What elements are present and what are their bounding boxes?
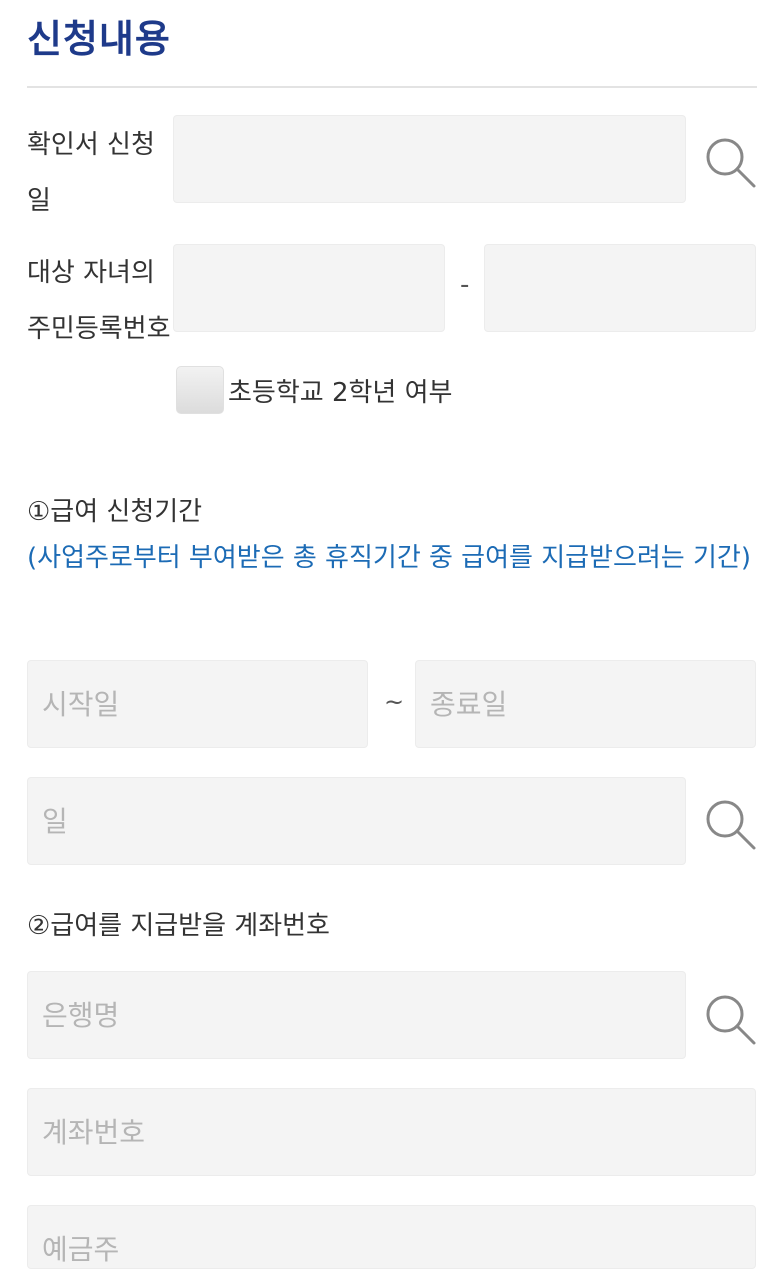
rrn-front-input[interactable] [173, 244, 445, 332]
confirm-date-input[interactable] [173, 115, 686, 203]
search-icon[interactable] [703, 135, 757, 189]
end-date-input[interactable] [415, 660, 756, 748]
confirm-date-label: 확인서 신청일 [27, 130, 155, 216]
search-icon[interactable] [703, 797, 757, 851]
child-rrn-label: 대상 자녀의 주민등록번호 [27, 258, 171, 344]
period-separator: ~ [384, 688, 405, 716]
account-label: ②급여를 지급받을 계좌번호 [27, 911, 330, 941]
title-divider [27, 86, 757, 88]
account-holder-input[interactable] [27, 1205, 756, 1269]
second-grade-label: 초등학교 2학년 여부 [228, 378, 453, 408]
search-icon[interactable] [703, 992, 757, 1046]
section-title: 신청내용 [27, 17, 171, 61]
bank-name-input[interactable] [27, 971, 686, 1059]
start-date-input[interactable] [27, 660, 368, 748]
days-input[interactable] [27, 777, 686, 865]
period-label: ①급여 신청기간 [27, 497, 203, 527]
period-note: (사업주로부터 부여받은 총 휴직기간 중 급여를 지급받으려는 기간) [27, 543, 751, 573]
account-number-input[interactable] [27, 1088, 756, 1176]
rrn-back-input[interactable] [484, 244, 756, 332]
rrn-separator: - [460, 270, 470, 300]
second-grade-checkbox[interactable] [176, 366, 224, 414]
